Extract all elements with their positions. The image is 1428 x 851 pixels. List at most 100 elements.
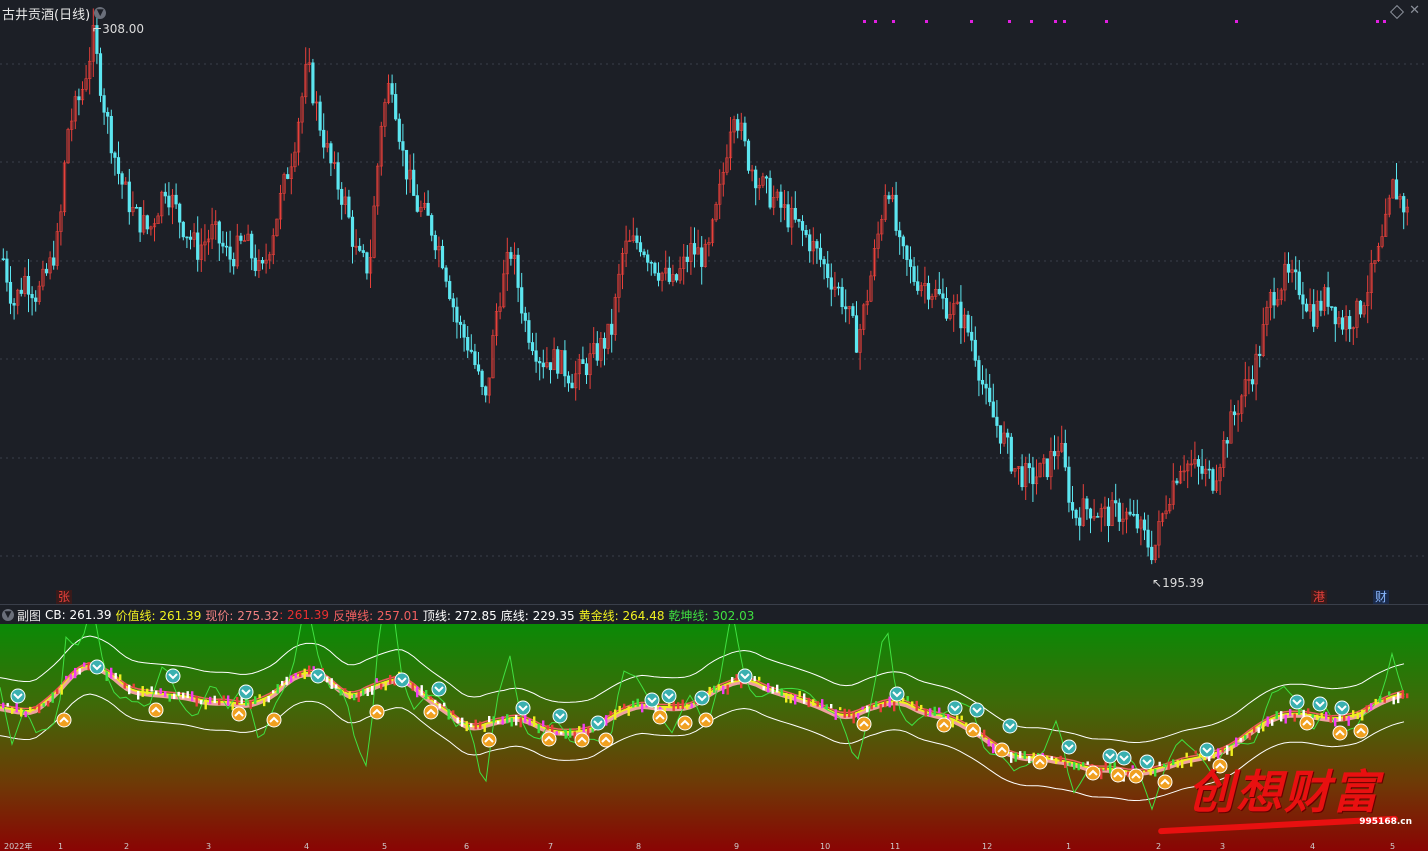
- candle-body: [797, 219, 801, 222]
- candle-body: [764, 176, 769, 179]
- sell-signal-icon: [1199, 742, 1215, 758]
- low-price-value: 195.39: [1162, 576, 1205, 590]
- indicator-bar: [569, 728, 572, 738]
- indicator-bar: [776, 684, 779, 693]
- candle-body: [1394, 179, 1399, 200]
- buy-signal-icon: [1332, 725, 1348, 741]
- candle-body: [908, 259, 913, 267]
- indicator-bar: [1388, 691, 1391, 696]
- candle-body: [1031, 467, 1035, 485]
- indicator-bar: [1262, 722, 1265, 732]
- candle-body: [286, 174, 290, 179]
- candle-body: [1078, 517, 1082, 526]
- indicator-bar: [546, 724, 549, 730]
- indicator-bar: [137, 690, 140, 700]
- candle-body: [5, 258, 9, 283]
- signal-dot: [1063, 20, 1066, 23]
- indicator-bar: [42, 703, 45, 707]
- candlestick-canvas[interactable]: [0, 0, 1428, 604]
- signal-circle: [89, 659, 105, 675]
- sub-name[interactable]: 副图: [17, 607, 41, 624]
- main-price-chart[interactable]: 古井贡酒(日线) ▼ ✕ ⌐308.00 ↖195.39 张 港 财: [0, 0, 1428, 604]
- indicator-bar: [105, 671, 108, 681]
- candle-body: [458, 321, 463, 325]
- indicator-bar: [618, 705, 621, 713]
- signal-circle: [56, 712, 72, 728]
- indicator-bar: [1235, 737, 1238, 747]
- indicator-bar: [384, 681, 387, 691]
- signal-circle: [10, 688, 26, 704]
- indicator-bar: [150, 686, 153, 692]
- candle-body: [1045, 458, 1049, 478]
- indicator-bar: [1338, 715, 1341, 721]
- candle-body: [1175, 480, 1179, 484]
- indicator-bar: [132, 683, 135, 688]
- indicator-bar: [479, 721, 482, 729]
- indicator-bar: [420, 685, 423, 696]
- candle-body: [113, 152, 117, 158]
- candle-body: [412, 169, 416, 196]
- signal-circle: [1032, 754, 1048, 770]
- candle-body: [473, 351, 477, 366]
- candle-body: [527, 320, 531, 343]
- candle-body: [1258, 353, 1262, 356]
- signal-circle: [1002, 718, 1018, 734]
- indicator-bar: [762, 686, 765, 691]
- indicator-bar: [542, 720, 545, 727]
- indicator-bar: [816, 701, 819, 707]
- candle-body: [937, 288, 941, 295]
- indicator-bar: [780, 688, 783, 696]
- indicator-bar: [510, 717, 513, 727]
- candle-body: [1358, 300, 1363, 315]
- indicator-bar: [753, 676, 756, 682]
- indicator-bar: [146, 688, 149, 695]
- indicator-bar: [74, 667, 77, 679]
- indicator-bar: [933, 706, 936, 716]
- indicator-bar: [371, 685, 374, 695]
- indicator-bar: [1064, 761, 1067, 768]
- indicator-bar: [434, 699, 437, 704]
- candle-body: [239, 235, 243, 241]
- candle-body: [656, 272, 661, 281]
- indicator-bar: [731, 677, 734, 683]
- candle-body: [1027, 463, 1031, 469]
- signal-circle: [889, 686, 905, 702]
- badge-zhang[interactable]: 张: [56, 590, 73, 604]
- indicator-bar: [987, 739, 990, 747]
- indicator-bar: [1244, 735, 1247, 740]
- candle-body: [804, 230, 808, 236]
- sub-indicator-chart[interactable]: 创想财富 995168.cn: [0, 624, 1428, 851]
- indicator-bar: [848, 709, 851, 718]
- candle-body: [1106, 506, 1111, 527]
- close-icon[interactable]: ✕: [1409, 3, 1420, 18]
- candle-body: [1402, 196, 1406, 213]
- signal-circle: [310, 668, 326, 684]
- indicator-bar: [1320, 712, 1323, 719]
- chevron-down-icon[interactable]: ▼: [94, 7, 107, 19]
- indicator-bar: [47, 700, 50, 707]
- badge-cai[interactable]: 财: [1373, 590, 1390, 604]
- indicator-bar: [578, 726, 581, 732]
- indicator-bar: [789, 694, 792, 704]
- indicator-bar: [38, 703, 41, 714]
- signal-circle: [431, 681, 447, 697]
- candle-body: [1088, 508, 1093, 519]
- candle-body: [786, 204, 790, 228]
- signal-circle: [238, 684, 254, 700]
- indicator-bar: [488, 715, 491, 723]
- indicator-bar: [272, 690, 275, 694]
- indicator-bar: [1019, 751, 1022, 759]
- indicator-bar: [348, 691, 351, 700]
- candle-body: [829, 277, 833, 290]
- watermark-text: 创想财富: [1188, 765, 1380, 819]
- sell-signal-icon: [1061, 739, 1077, 755]
- buy-signal-icon: [1032, 754, 1048, 770]
- indicator-bar: [726, 684, 729, 695]
- candle-body: [768, 177, 772, 208]
- candle-body: [898, 230, 902, 238]
- indicator-bar: [326, 676, 329, 683]
- indicator-bar: [1365, 705, 1368, 713]
- badge-gang[interactable]: 港: [1311, 590, 1328, 604]
- buy-signal-icon: [994, 742, 1010, 758]
- chevron-down-icon[interactable]: ▼: [2, 609, 14, 621]
